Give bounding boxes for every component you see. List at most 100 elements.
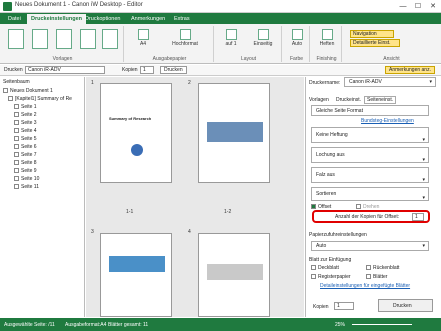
copies-input[interactable]: 1 [140,66,154,74]
tree-page-6[interactable]: Seite 6 [14,143,37,151]
copies-offset-label: Anzahl der Kopien für Offset: [335,214,400,220]
stapling-select[interactable]: Keine Heftung ▾ [311,127,429,143]
tab-anmerkungen[interactable]: Anmerkungen [127,14,169,24]
copies-bottom-input[interactable]: 1 [334,302,354,310]
punch-select[interactable]: Lochung aus ▾ [311,147,429,163]
printer-name-select[interactable]: Canon iR-ADV ▾ [344,77,436,87]
copies-offset-input[interactable]: 1 [412,213,424,221]
zoom-slider[interactable] [352,324,412,325]
tree-page-4[interactable]: Seite 4 [14,127,37,135]
tab-seiteneinst[interactable]: Seiteneinst. [364,96,397,104]
fold-select[interactable]: Falz aus ▾ [311,167,429,183]
stapling-value: Keine Heftung [316,132,348,138]
paper-size-icon [137,29,149,40]
photo-image [207,122,263,142]
tree-page-8[interactable]: Seite 8 [14,159,37,167]
paper-source-section: Papierzufuhreinstellungen [309,232,367,238]
detail-settings-toggle[interactable]: Detaillierte Einst. [350,39,400,47]
minimize-button[interactable]: — [396,1,410,12]
page-tree-pane: Seitenbaum Neues Dokument 1 [Kapitel1] S… [0,77,85,317]
tree-page-1[interactable]: Seite 1 [14,103,37,111]
tree-chapter-label: [Kapitel1] Summary of Re [15,96,72,102]
printer-label: Drucken [4,67,23,73]
preview-page-1[interactable]: Summary of Research [100,83,172,183]
preview-page-2[interactable] [198,83,270,183]
settings-pane: Druckername: Canon iR-ADV ▾ Vorlagen Druc… [305,77,441,317]
tab-druckeinstellungen[interactable]: Druckeinstellungen [27,14,87,24]
preview-page-3[interactable] [100,233,172,317]
preview-page-4[interactable] [198,233,270,317]
tree-page-label: Seite 6 [21,144,37,150]
orientation-label: Hochformat [172,41,198,47]
tree-page-2[interactable]: Seite 2 [14,111,37,119]
template-thumb-5[interactable] [102,29,118,49]
sheets-checkbox[interactable]: Blätter [366,274,441,280]
insert-sheet-section: Blatt zur Einfügung [309,257,352,263]
print-button-bar[interactable]: Drucken [160,66,187,74]
template-thumb-1[interactable] [8,29,24,49]
tree-document[interactable]: Neues Dokument 1 [3,87,53,95]
paper-size-button[interactable]: A4 [132,29,154,47]
group-label-ausgabepapier: Ausgabepapier [152,56,187,62]
sides-button[interactable]: Einseitig [246,29,280,47]
n-up-icon [225,29,237,40]
fold-value: Falz aus [316,172,335,178]
color-label: Auto [291,41,303,47]
tree-page-5[interactable]: Seite 5 [14,135,37,143]
title-bar: Neues Dokument 1 - Canon iW Desktop - Ed… [0,0,441,13]
copies-bottom-label: Kopien [313,304,329,310]
gutter-settings-link[interactable]: Bundsteg-Einstellungen [361,118,414,124]
map-image [109,256,165,272]
page-label: 1-2 [224,209,232,215]
group-label-ansicht: Ansicht [383,56,400,62]
ribbon: Vorlagen A4 Hochformat Ausgabepapier auf… [0,24,441,64]
sheets-label: Blätter [373,274,388,280]
maximize-button[interactable]: ☐ [411,1,425,12]
tab-datei[interactable]: Datei [4,14,25,24]
sort-select[interactable]: Sortieren ▾ [311,187,429,201]
tree-page-label: Seite 8 [21,160,37,166]
tree-page-10[interactable]: Seite 10 [14,175,39,183]
tab-extras[interactable]: Extras [170,14,194,24]
tab-druckeinst[interactable]: Druckeinst. [336,97,361,103]
cover-label: Deckblatt [318,265,339,271]
tree-page-9[interactable]: Seite 9 [14,167,37,175]
heften-button[interactable]: Heften [314,29,340,47]
paper-source-select[interactable]: Auto ▾ [311,241,429,251]
preview-area: 1 Summary of Research 1-1 2 1-2 3 4 [86,77,304,317]
ribbon-tab-bar: Datei Druckeinstellungen Druckoptionen A… [0,13,441,24]
color-button[interactable]: Auto [286,29,308,47]
tree-chapter[interactable]: [Kapitel1] Summary of Re [8,95,72,103]
close-button[interactable]: ✕ [426,1,440,12]
total-sheets-status: Blätter gesamt: 11 [108,322,149,328]
show-annotations-button[interactable]: Anmerkungen anz. [385,66,435,74]
inserted-sheets-link[interactable]: Detaileinstellungen für eingefügte Blätt… [320,283,410,289]
table-image [207,264,263,280]
heften-label: Heften [319,41,335,47]
paper-source-value: Auto [316,243,327,249]
template-thumb-2[interactable] [32,29,48,49]
tree-page-3[interactable]: Seite 3 [14,119,37,127]
tree-page-label: Seite 3 [21,120,37,126]
tree-page-7[interactable]: Seite 7 [14,151,37,159]
top-option-select[interactable]: Gleiche Seite Format [311,105,429,116]
print-bar: Drucken Canon iR-ADV Kopien 1 Drucken An… [0,65,441,76]
orientation-button[interactable]: Hochformat [160,29,210,47]
tree-page-11[interactable]: Seite 11 [14,183,39,191]
status-bar: Ausgewählte Seite: /11 Ausgabeformat:A4 … [0,318,441,331]
print-button[interactable]: Drucken [378,299,433,312]
tab-druckoptionen[interactable]: Druckoptionen [81,14,124,24]
group-label-vorlagen: Vorlagen [52,56,73,62]
zoom-level: 25% [335,322,346,328]
n-up-button[interactable]: auf 1 [220,29,242,47]
tree-page-label: Seite 5 [21,136,37,142]
back-checkbox[interactable]: Rückenblatt [366,265,441,271]
tab-vorlagen[interactable]: Vorlagen [309,97,329,103]
template-thumb-4[interactable] [80,29,96,49]
navigation-toggle[interactable]: Navigation [350,30,394,38]
template-thumb-3[interactable] [56,29,72,49]
printer-select[interactable]: Canon iR-ADV [25,66,105,74]
tree-page-label: Seite 2 [21,112,37,118]
top-option-value: Gleiche Seite Format [316,108,363,114]
printer-name-value: Canon iR-ADV [349,79,382,85]
